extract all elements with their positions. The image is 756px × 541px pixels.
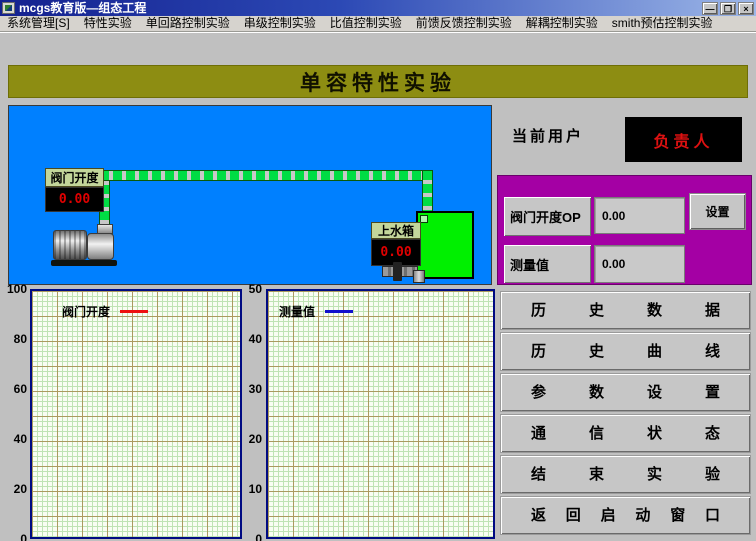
menu-item-ratio[interactable]: 比值控制实验	[323, 16, 409, 31]
mcgs-window: mcgs教育版—组态工程 — ❐ × 系统管理[S] 特性实验 单回路控制实验 …	[0, 0, 756, 541]
param-setting-button[interactable]: 参数设置	[500, 373, 751, 412]
minimize-button[interactable]: —	[702, 2, 718, 15]
window-controls: — ❐ ×	[702, 2, 754, 15]
app-icon	[2, 2, 15, 14]
upper-water-tank	[416, 211, 474, 279]
valve-op-input[interactable]: 0.00	[594, 197, 685, 234]
valve-op-label: 阀门开度OP	[504, 197, 591, 236]
menu-item-characteristic[interactable]: 特性实验	[77, 16, 139, 31]
y-tick: 100	[7, 282, 27, 296]
y-tick: 50	[249, 282, 262, 296]
comm-status-button[interactable]: 通信状态	[500, 414, 751, 453]
right-chart-legend: 测量值	[279, 303, 353, 320]
legend-label: 阀门开度	[62, 303, 110, 320]
window-title: mcgs教育版—组态工程	[19, 0, 702, 16]
menu-bar: 系统管理[S] 特性实验 单回路控制实验 串级控制实验 比值控制实验 前馈反馈控…	[0, 16, 756, 32]
y-tick: 20	[14, 482, 27, 496]
y-tick: 30	[249, 382, 262, 396]
minimize-icon: —	[706, 4, 715, 14]
menu-item-smith[interactable]: smith预估控制实验	[605, 16, 720, 31]
page-title: 单容特性实验	[300, 67, 456, 97]
pump-head-icon	[87, 233, 114, 260]
y-tick: 0	[255, 532, 262, 541]
experiment-banner: 单容特性实验	[8, 65, 748, 98]
restore-icon: ❐	[724, 4, 732, 14]
history-data-button[interactable]: 历史数据	[500, 291, 751, 330]
measured-value-label: 测量值	[504, 245, 591, 283]
menu-item-cascade[interactable]: 串级控制实验	[237, 16, 323, 31]
current-user-label: 当前用户	[512, 125, 584, 146]
measured-value-trend-chart: 测量值	[266, 289, 495, 539]
menu-item-feedforward[interactable]: 前馈反馈控制实验	[409, 16, 519, 31]
y-tick: 40	[14, 432, 27, 446]
tank-outlet-valve-icon	[393, 262, 402, 281]
close-icon: ×	[743, 4, 748, 14]
current-user-value: 负责人	[653, 128, 713, 152]
y-tick: 20	[249, 432, 262, 446]
valve-opening-display: 0.00	[45, 187, 104, 212]
pump-base	[51, 260, 117, 266]
red-line-icon	[120, 310, 148, 313]
process-diagram: 阀门开度 0.00 上水箱 0.00	[8, 105, 492, 285]
menu-item-single-loop[interactable]: 单回路控制实验	[139, 16, 237, 31]
y-tick: 10	[249, 482, 262, 496]
history-curve-button[interactable]: 历史曲线	[500, 332, 751, 371]
close-button[interactable]: ×	[738, 2, 754, 15]
main-area: 单容特性实验 阀门开度 0.00 上水箱 0.00 当前用户 负责人	[0, 32, 756, 541]
back-to-start-button[interactable]: 返回启动窗口	[500, 496, 751, 535]
tank-level-indicator	[420, 215, 428, 223]
pipe-horizontal-top	[99, 170, 433, 181]
left-chart-y-axis: 100 80 60 40 20 0	[2, 282, 27, 541]
restore-button[interactable]: ❐	[720, 2, 736, 15]
menu-item-decouple[interactable]: 解耦控制实验	[519, 16, 605, 31]
menu-item-system-manage[interactable]: 系统管理[S]	[0, 16, 77, 31]
set-button[interactable]: 设置	[689, 193, 746, 230]
right-chart-y-axis: 50 40 30 20 10 0	[240, 282, 262, 541]
measured-value-display: 0.00	[594, 245, 685, 283]
tank-drain-fitting	[413, 270, 425, 283]
parameter-panel: 阀门开度OP 0.00 设置 测量值 0.00	[497, 175, 752, 285]
current-user-box: 负责人	[625, 117, 742, 162]
tank-label: 上水箱	[371, 222, 421, 239]
valve-opening-trend-chart: 阀门开度	[30, 289, 242, 539]
title-bar: mcgs教育版—组态工程 — ❐ ×	[0, 0, 756, 16]
y-tick: 40	[249, 332, 262, 346]
y-tick: 60	[14, 382, 27, 396]
pump-outlet	[97, 224, 113, 234]
y-tick: 0	[20, 532, 27, 541]
blue-line-icon	[325, 310, 353, 313]
pump-motor-icon	[53, 230, 87, 260]
legend-label: 测量值	[279, 303, 315, 320]
y-tick: 80	[14, 332, 27, 346]
end-experiment-button[interactable]: 结束实验	[500, 455, 751, 494]
left-chart-legend: 阀门开度	[62, 303, 148, 320]
valve-opening-label: 阀门开度	[45, 168, 104, 187]
